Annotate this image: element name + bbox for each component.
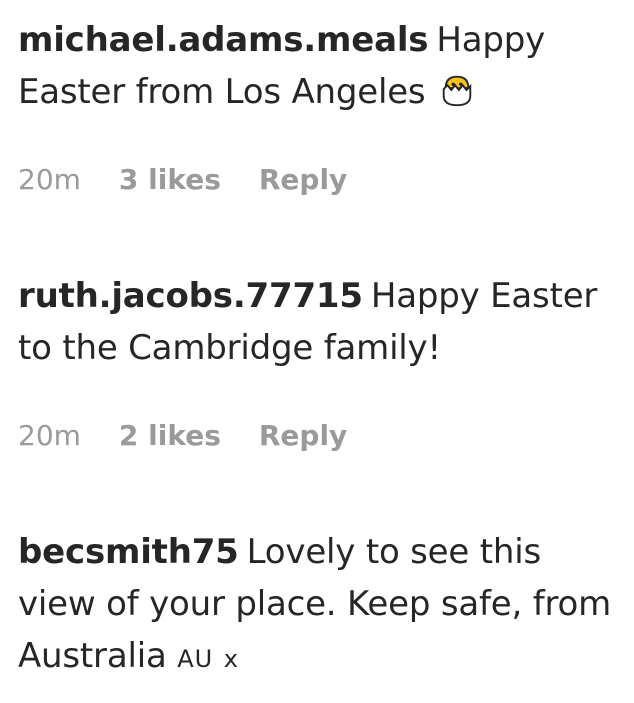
comment-item: becsmith75 Lovely to see this view of you…	[18, 526, 618, 685]
comments-list: michael.adams.meals Happy Easter from Los…	[0, 0, 634, 703]
australia-flag-icon: AU	[177, 645, 214, 673]
comment-likes[interactable]: 2 likes	[119, 418, 221, 454]
comment-username[interactable]: michael.adams.meals	[18, 20, 429, 60]
comment-meta: 20m 2 likes Reply	[18, 418, 347, 454]
comment-meta: 20m 3 likes Reply	[18, 162, 347, 198]
comment-item: michael.adams.meals Happy Easter from Los…	[18, 14, 618, 196]
comment-username[interactable]: ruth.jacobs.77715	[18, 276, 363, 316]
comment-time: 20m	[18, 163, 81, 196]
comment-text: ruth.jacobs.77715 Happy Easter to the Cam…	[18, 270, 618, 374]
reply-button[interactable]: Reply	[259, 162, 347, 198]
comment-suffix: x	[223, 645, 239, 673]
comment-username[interactable]: becsmith75	[18, 532, 239, 572]
comment-time: 20m	[18, 419, 81, 452]
comment-text: becsmith75 Lovely to see this view of you…	[18, 526, 618, 685]
reply-button[interactable]: Reply	[259, 418, 347, 454]
comment-item: ruth.jacobs.77715 Happy Easter to the Cam…	[18, 270, 618, 452]
comment-likes[interactable]: 3 likes	[119, 162, 221, 198]
comment-text: michael.adams.meals Happy Easter from Los…	[18, 14, 618, 118]
hatching-chick-icon	[442, 75, 472, 107]
